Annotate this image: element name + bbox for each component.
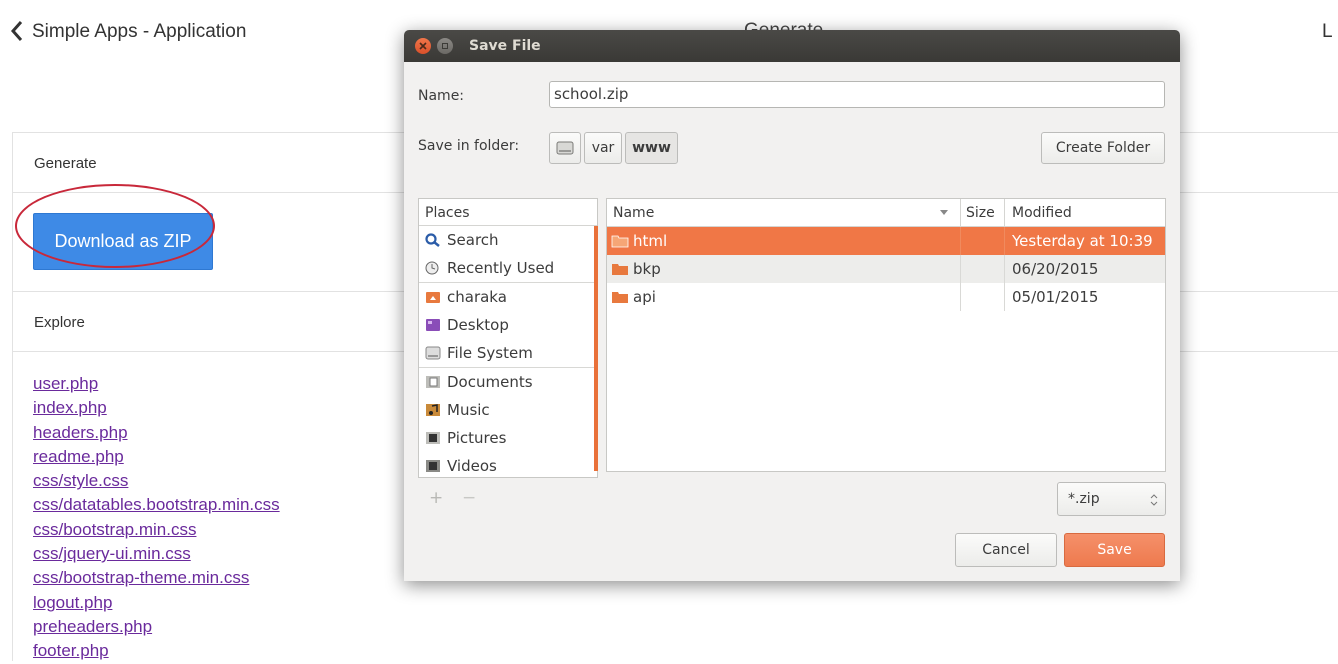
dialog-title: Save File xyxy=(469,38,541,54)
file-row[interactable]: bkp 06/20/2015 xyxy=(607,255,1165,283)
file-list-view: Name Size Modified html Yesterday at 10:… xyxy=(606,198,1166,472)
file-link[interactable]: css/jquery-ui.min.css xyxy=(33,542,280,566)
places-scrollbar[interactable] xyxy=(594,226,598,471)
file-link[interactable]: preheaders.php xyxy=(33,615,280,639)
column-header-size[interactable]: Size xyxy=(966,205,995,221)
file-row-modified: 05/01/2015 xyxy=(1012,288,1099,306)
file-link[interactable]: css/style.css xyxy=(33,469,280,493)
desktop-icon xyxy=(426,319,440,331)
path-root-button[interactable] xyxy=(549,132,581,164)
places-header: Places xyxy=(419,199,597,226)
column-header-modified[interactable]: Modified xyxy=(1012,205,1072,221)
filter-value: *.zip xyxy=(1068,491,1100,507)
places-item-charaka[interactable]: charaka xyxy=(419,283,597,311)
path-var-button[interactable]: var xyxy=(584,132,622,164)
filename-input[interactable]: school.zip xyxy=(549,81,1165,108)
places-item-file-system[interactable]: File System xyxy=(419,339,597,367)
close-icon[interactable] xyxy=(415,38,431,54)
places-item-pictures[interactable]: Pictures xyxy=(419,424,597,452)
file-link[interactable]: readme.php xyxy=(33,445,280,469)
places-item-recently-used[interactable]: Recently Used xyxy=(419,254,597,282)
spinner-arrows-icon xyxy=(1150,494,1158,506)
folder-icon xyxy=(611,235,629,248)
places-item-label: Pictures xyxy=(447,429,507,447)
places-item-label: Desktop xyxy=(447,316,509,334)
column-header-name[interactable]: Name xyxy=(613,205,654,221)
drive-icon xyxy=(425,346,441,360)
create-folder-button[interactable]: Create Folder xyxy=(1041,132,1165,164)
places-item-music[interactable]: Music xyxy=(419,396,597,424)
file-link[interactable]: index.php xyxy=(33,396,280,420)
file-row-modified: Yesterday at 10:39 xyxy=(1012,232,1153,250)
file-link[interactable]: logout.php xyxy=(33,591,280,615)
file-list-header: Name Size Modified xyxy=(607,199,1165,227)
file-row[interactable]: api 05/01/2015 xyxy=(607,283,1165,311)
minimize-icon[interactable] xyxy=(437,38,453,54)
file-type-filter[interactable]: *.zip xyxy=(1057,482,1166,516)
save-file-dialog: Save File Name: school.zip Save in folde… xyxy=(404,30,1180,581)
back-chevron-icon[interactable] xyxy=(10,20,24,42)
file-link[interactable]: headers.php xyxy=(33,421,280,445)
home-folder-icon xyxy=(426,292,440,303)
music-folder-icon xyxy=(426,404,440,416)
header-link-cut[interactable]: L xyxy=(1322,21,1333,43)
save-button[interactable]: Save xyxy=(1064,533,1165,567)
app-title[interactable]: Simple Apps - Application xyxy=(32,21,246,43)
places-item-label: Videos xyxy=(447,457,497,475)
sort-down-icon xyxy=(940,210,948,215)
dialog-titlebar[interactable]: Save File xyxy=(404,30,1180,62)
places-item-label: charaka xyxy=(447,288,507,306)
folder-icon xyxy=(612,264,628,275)
file-row-name: bkp xyxy=(633,260,661,278)
path-www-button[interactable]: www xyxy=(625,132,678,164)
add-bookmark-button[interactable]: + xyxy=(429,488,443,508)
file-row-name: html xyxy=(633,232,668,250)
file-list: user.php index.php headers.php readme.ph… xyxy=(33,372,280,664)
remove-bookmark-button[interactable]: − xyxy=(462,488,476,508)
documents-folder-icon xyxy=(426,376,440,388)
places-item-label: Music xyxy=(447,401,490,419)
places-item-label: Search xyxy=(447,231,499,249)
places-item-label: File System xyxy=(447,344,533,362)
generate-heading: Generate xyxy=(34,155,97,172)
drive-icon xyxy=(556,141,574,155)
file-row-modified: 06/20/2015 xyxy=(1012,260,1099,278)
file-row-name: api xyxy=(633,288,656,306)
places-item-desktop[interactable]: Desktop xyxy=(419,311,597,339)
places-item-documents[interactable]: Documents xyxy=(419,368,597,396)
places-item-label: Documents xyxy=(447,373,533,391)
search-icon xyxy=(425,233,440,247)
name-label: Name: xyxy=(418,88,465,104)
file-row[interactable]: html Yesterday at 10:39 xyxy=(607,227,1165,255)
file-link[interactable]: user.php xyxy=(33,372,280,396)
explore-heading: Explore xyxy=(34,314,85,331)
places-sidebar: Places Search Recently Used charaka Desk… xyxy=(418,198,598,478)
places-item-videos[interactable]: Videos xyxy=(419,452,597,477)
file-link[interactable]: css/datatables.bootstrap.min.css xyxy=(33,493,280,517)
videos-folder-icon xyxy=(426,460,440,472)
places-item-label: Recently Used xyxy=(447,259,555,277)
folder-icon xyxy=(612,292,628,303)
file-link[interactable]: css/bootstrap.min.css xyxy=(33,518,280,542)
file-link[interactable]: css/bootstrap-theme.min.css xyxy=(33,566,280,590)
download-zip-button[interactable]: Download as ZIP xyxy=(33,213,213,270)
clock-icon xyxy=(425,261,439,275)
pictures-folder-icon xyxy=(426,432,440,444)
save-in-folder-label: Save in folder: xyxy=(418,138,520,154)
cancel-button[interactable]: Cancel xyxy=(955,533,1057,567)
places-item-search[interactable]: Search xyxy=(419,226,597,254)
